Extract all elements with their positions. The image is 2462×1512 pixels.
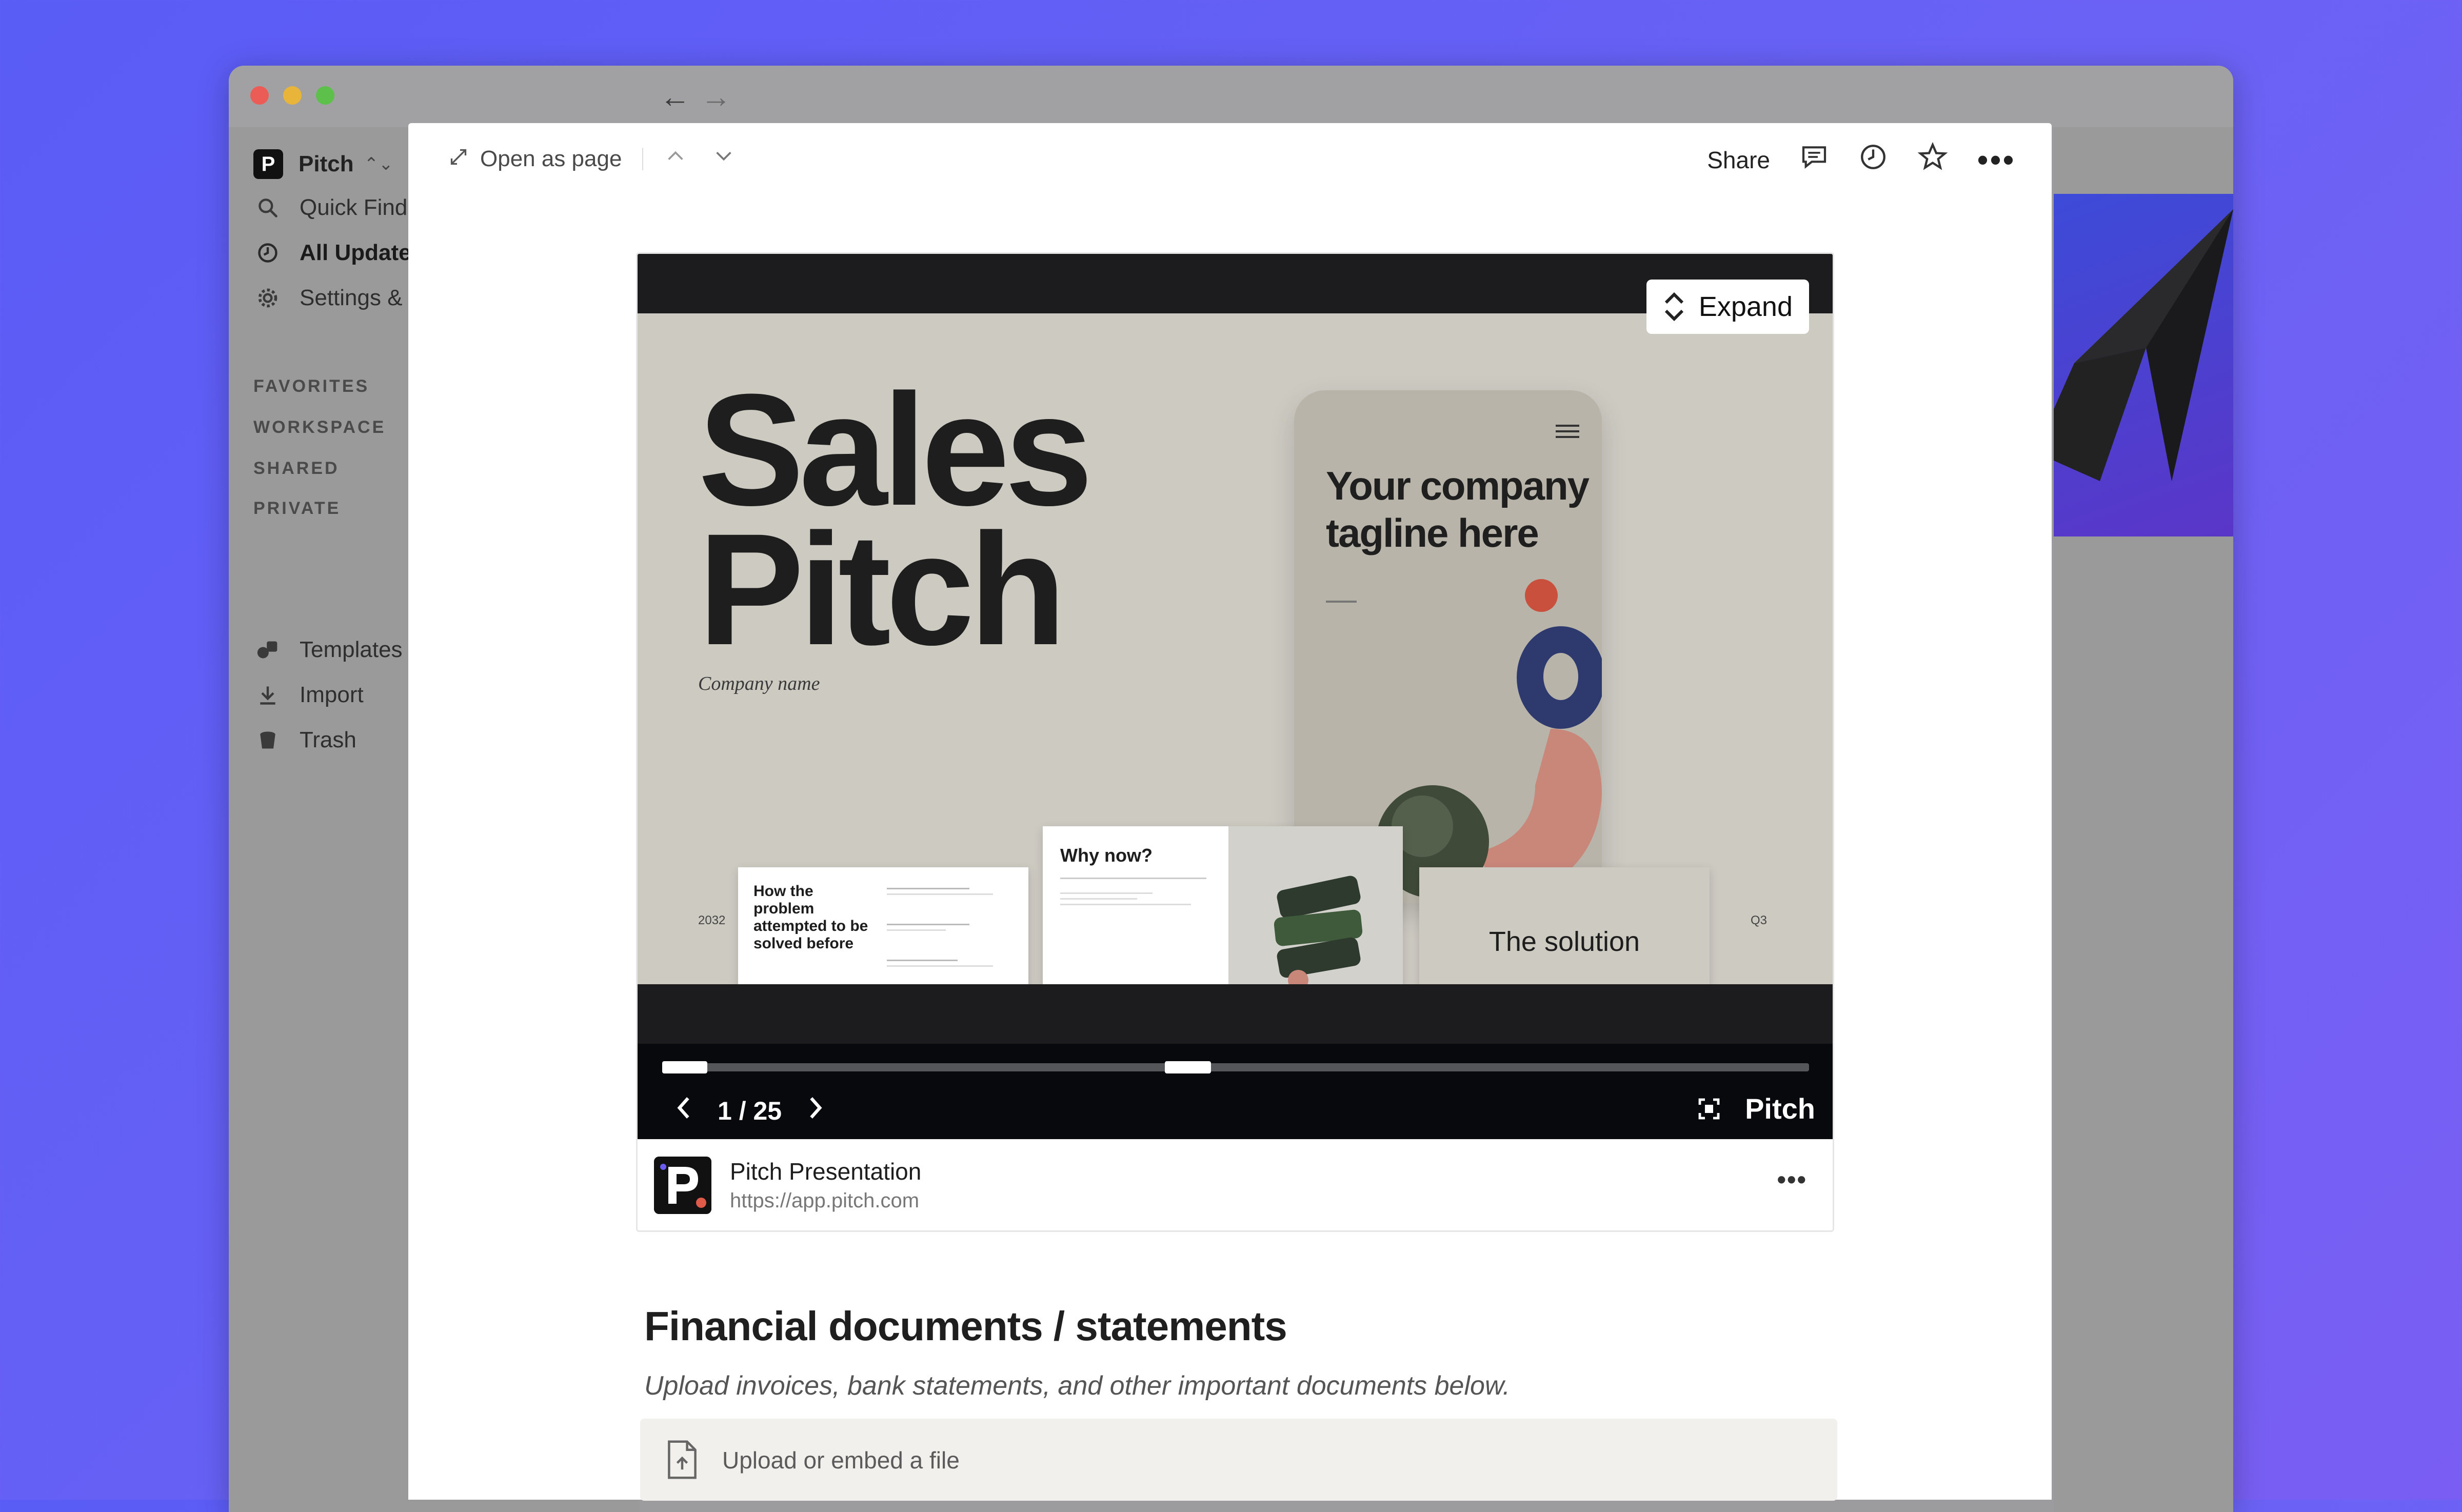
star-icon [1917, 142, 1948, 170]
sidebar-item-label: Quick Find [300, 195, 408, 220]
slide-preview[interactable]: Sales Pitch Company name Your company ta… [638, 313, 1833, 984]
sidebar-item-label: Import [300, 682, 364, 707]
modal-toolbar: Open as page Share ••• [408, 123, 2052, 190]
sidebar-item-quick-find[interactable]: Quick Find [254, 190, 407, 226]
share-button[interactable]: Share [1707, 146, 1770, 174]
workspace-switcher[interactable]: P Pitch ⌃⌄ [253, 148, 393, 181]
trash-icon [254, 727, 281, 753]
thumbnail-title: Why now? [1060, 845, 1153, 866]
chevron-left-icon [677, 1097, 689, 1119]
sidebar-item-import[interactable]: Import [254, 677, 364, 713]
sidebar-section-shared[interactable]: SHARED [253, 459, 340, 479]
previous-slide-button[interactable] [673, 1094, 694, 1127]
sidebar-item-label: All Updates [300, 240, 424, 265]
pitch-brand: Pitch [1697, 1092, 1815, 1125]
thumbnail-title: How the problem attempted to be solved b… [753, 883, 868, 952]
background-page-peek [2054, 127, 2233, 1512]
clock-icon [1861, 145, 1885, 169]
search-icon [254, 194, 281, 221]
sidebar-item-label: Trash [300, 727, 356, 752]
slide-tagline: Your company tagline here [1326, 463, 1590, 555]
slide-pager: 1 / 25 [673, 1094, 826, 1127]
chevron-up-icon [668, 151, 684, 160]
cover-image [2054, 194, 2233, 536]
sidebar-item-all-updates[interactable]: All Updates [254, 235, 424, 271]
pitch-brand-label: Pitch [1745, 1092, 1815, 1125]
slide-year-right: Q3 [1751, 913, 1768, 927]
section-subtitle: Upload invoices, bank statements, and ot… [644, 1371, 1511, 1401]
file-upload-icon [666, 1439, 699, 1483]
section-heading: Financial documents / statements [644, 1303, 1287, 1349]
slide-controls: 1 / 25 Pitch [638, 984, 1833, 1139]
sidebar-item-templates[interactable]: Templates [254, 632, 403, 668]
next-slide-button[interactable] [805, 1094, 826, 1127]
clock-icon [254, 240, 281, 266]
embed-title: Pitch Presentation [730, 1158, 922, 1185]
embed-footer[interactable]: Pitch Presentation https://app.pitch.com… [638, 1139, 1833, 1230]
more-options-button[interactable]: ••• [1977, 144, 2016, 175]
expand-diagonal-icon [449, 146, 468, 172]
slide-company-name: Company name [698, 673, 820, 694]
workspace-name: Pitch [299, 151, 354, 176]
previous-page-button[interactable] [664, 146, 687, 172]
upload-file-block[interactable]: Upload or embed a file [640, 1419, 1837, 1501]
pitch-favicon [654, 1157, 711, 1214]
gear-icon [254, 285, 281, 311]
updates-button[interactable] [1858, 142, 1888, 177]
progress-fill [662, 1061, 707, 1073]
embed-url: https://app.pitch.com [730, 1189, 920, 1212]
chevron-updown-icon: ⌃⌄ [364, 154, 393, 174]
open-as-page-button[interactable]: Open as page [449, 146, 622, 172]
expand-label: Expand [1698, 291, 1793, 322]
page-peek-modal: Open as page Share ••• Expand Sales Pitc… [408, 123, 2052, 1501]
expand-button[interactable]: Expand [1646, 280, 1809, 334]
sidebar-item-trash[interactable]: Trash [254, 722, 356, 758]
title-bar: ← → [229, 66, 2233, 127]
forward-arrow-icon[interactable]: → [701, 79, 731, 114]
close-window-button[interactable] [250, 86, 269, 105]
slide-control-bar: 1 / 25 Pitch [638, 1044, 1833, 1139]
slide-viewer: Expand Sales Pitch Company name Your com… [638, 254, 1833, 1139]
sidebar-section-favorites[interactable]: FAVORITES [253, 376, 369, 396]
slide-title: Sales Pitch [698, 361, 1093, 678]
expand-vertical-icon [1664, 292, 1683, 322]
more-dots-icon: ••• [1777, 1165, 1807, 1194]
download-icon [254, 682, 281, 708]
pitch-embed: Expand Sales Pitch Company name Your com… [636, 252, 1834, 1232]
thumbnail-text-lines [1060, 878, 1214, 905]
zoom-window-button[interactable] [316, 86, 334, 105]
minimize-window-button[interactable] [283, 86, 302, 105]
hamburger-icon [1556, 421, 1579, 442]
thumbnail-image [1228, 826, 1403, 984]
toolbar-divider [642, 147, 644, 170]
open-as-page-label: Open as page [480, 146, 622, 171]
sidebar-item-label: Templates [300, 637, 403, 662]
upload-label: Upload or embed a file [722, 1447, 960, 1474]
slide-progress-bar[interactable] [662, 1061, 1809, 1073]
slide-counter: 1 / 25 [718, 1096, 782, 1125]
back-arrow-icon[interactable]: ← [660, 79, 690, 114]
progress-scrub-handle[interactable] [1165, 1061, 1211, 1073]
fullscreen-button[interactable] [1697, 1097, 1721, 1121]
slide-year-left: 2032 [698, 913, 726, 927]
templates-icon [254, 636, 281, 663]
favorite-button[interactable] [1917, 142, 1949, 178]
sidebar-section-workspace[interactable]: WORKSPACE [253, 417, 386, 437]
slide-thumbnail[interactable]: The solution [1419, 867, 1710, 984]
embed-more-button[interactable]: ••• [1777, 1165, 1807, 1195]
slide-thumbnail[interactable]: How the problem attempted to be solved b… [738, 867, 1028, 984]
comment-icon [1802, 146, 1826, 169]
workspace-logo: P [253, 149, 283, 179]
chevron-right-icon [810, 1097, 822, 1119]
comments-button[interactable] [1799, 143, 1830, 177]
chevron-down-icon [716, 152, 732, 161]
thumbnail-text-lines [887, 888, 1005, 967]
more-dots-icon: ••• [1977, 142, 2016, 177]
fullscreen-icon [1698, 1098, 1720, 1119]
next-page-button[interactable] [712, 146, 736, 172]
thumbnail-title: The solution [1488, 926, 1640, 957]
sidebar-section-private[interactable]: PRIVATE [253, 499, 341, 519]
slide-thumbnail-current[interactable]: Why now? [1043, 826, 1403, 984]
